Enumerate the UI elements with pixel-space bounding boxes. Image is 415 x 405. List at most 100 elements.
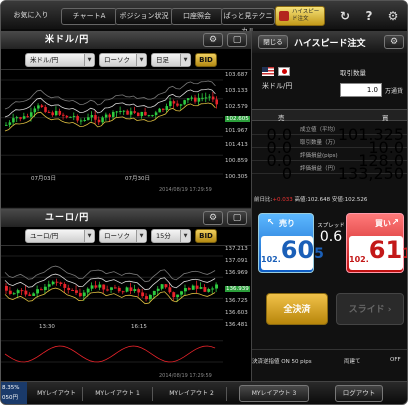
bottom-bar: 8.35% 050円 MYレイアウト MYレイアウト 1 MYレイアウト 2 M… (1, 381, 407, 404)
layout-tab-3[interactable]: MYレイアウト 3 (239, 385, 309, 402)
buy-button[interactable]: 買い ↗ 102.611 (346, 213, 407, 273)
sell-label: 売り (279, 219, 295, 228)
chart2-period-select[interactable]: 15分 ▼ (151, 229, 191, 243)
tab-technical[interactable]: ぱっと見テクニカル (221, 8, 275, 35)
chart1-type-select[interactable]: ローソク ▼ (99, 53, 147, 67)
candle-body (67, 287, 71, 290)
logout-button[interactable]: ログアウト (335, 385, 383, 402)
chart1-timestamp: 2014/08/19 17:29:59 (159, 187, 212, 193)
slide-button[interactable]: スライド › (336, 293, 404, 325)
candle-body (208, 96, 211, 98)
candle-body (90, 115, 94, 118)
both-side-toggle[interactable]: OFF (390, 357, 401, 363)
chart1-bid-button[interactable]: BID (195, 53, 217, 67)
candle-body (164, 284, 168, 288)
help-icon[interactable]: ? (361, 9, 377, 23)
chevron-down-icon: ▼ (84, 54, 94, 66)
candle-body (37, 105, 40, 109)
refresh-icon[interactable]: ↻ (337, 9, 353, 23)
close-button[interactable]: 閉じる (258, 35, 288, 49)
tab-account[interactable]: 口座照会 (171, 8, 223, 25)
candle-body (36, 289, 40, 294)
candle-body (197, 97, 201, 102)
candle-body (63, 283, 67, 288)
candle-body (215, 99, 218, 105)
candle-body (33, 108, 37, 113)
chevron-down-icon: ▼ (180, 54, 190, 66)
sell-button[interactable]: ↖ 売り 102.605 (258, 213, 324, 273)
candle-body (126, 110, 129, 115)
chart-panel-1: 米ドル/円 ⚙ ▢ 米ドル/円 ▼ ローソク ▼ 日足 ▼ BID 103.687 1… (1, 31, 251, 207)
order-table: 0.0 成立値（平均） 101.325 0.0 取引数量（万） 10.0 0.0 評価損益… (252, 122, 407, 183)
candle-body (117, 287, 121, 292)
chart1-pair-select[interactable]: 米ドル/円 ▼ (25, 53, 95, 67)
sell-header: 売 (278, 114, 285, 122)
sell-arrow-icon: ↖ (267, 218, 275, 228)
buy-price-small: 102. (349, 255, 369, 264)
row-sell-value: 0 (281, 164, 292, 183)
candle-body (24, 290, 28, 295)
tab-position[interactable]: ポジション状況 (115, 8, 173, 25)
qty-unit: 万通貨 (385, 88, 404, 95)
order-pair-name: 米ドル/円 (262, 82, 293, 90)
candle-body (180, 291, 183, 295)
candle-body (12, 118, 15, 123)
candle-body (204, 97, 208, 99)
candle-body (183, 288, 187, 292)
table-row: 0 評価損益（円） 133,250 (252, 161, 407, 183)
candle-body (101, 117, 104, 123)
candle-body (15, 117, 19, 119)
reverse-stop-label[interactable]: 決済逆指値 ON 50 pips (252, 357, 312, 365)
buy-price-big: 61 (368, 236, 403, 264)
order-header: 閉じる ハイスピード注文 ⚙ (252, 31, 407, 53)
chart2-plot[interactable]: 137.213 137.091 136.969 136.939 136.725 … (1, 245, 251, 381)
layout-tab-2[interactable]: MYレイアウト 2 (157, 387, 227, 401)
chart2-bid-button[interactable]: BID (195, 229, 217, 243)
chart2-timestamp: 2014/08/19 17:29:59 (159, 373, 212, 379)
sell-price-small: 102. (261, 255, 281, 264)
chart1-gear-icon[interactable]: ⚙ (203, 33, 223, 47)
candle-body (165, 106, 169, 110)
candle-body (51, 281, 55, 285)
candle-body (136, 112, 140, 117)
candle-body (54, 110, 58, 116)
chevron-down-icon: ▼ (136, 230, 146, 242)
qty-input[interactable]: 1.0 (340, 83, 382, 97)
app-window: お気に入り チャートA ポジション状況 口座照会 ぱっと見テクニカル ハイスピー… (0, 0, 408, 405)
chart2-type-select[interactable]: ローソク ▼ (99, 229, 147, 243)
chart2-pair-select[interactable]: ユーロ/円 ▼ (25, 229, 95, 243)
settle-all-button[interactable]: 全決済 (266, 293, 328, 325)
chart1-expand-icon[interactable]: ▢ (227, 33, 247, 47)
slide-label: スライド (348, 305, 385, 315)
highspeed-order-button[interactable]: ハイスピード注文 (275, 6, 325, 26)
candle-body (71, 289, 75, 291)
low-label: 安値: (331, 197, 345, 203)
chart2-expand-icon[interactable]: ▢ (227, 211, 247, 225)
order-gear-icon[interactable]: ⚙ (384, 35, 404, 49)
candle-body (94, 285, 98, 288)
candle-body (72, 115, 76, 117)
chevron-down-icon: ▼ (84, 230, 94, 242)
candle-body (190, 97, 194, 99)
candle-body (59, 282, 63, 284)
chart1-plot[interactable]: 103.687 103.133 102.605 102.579 101.967 … (1, 69, 251, 193)
chart2-gear-icon[interactable]: ⚙ (203, 211, 223, 225)
settings-icon[interactable]: ⚙ (385, 9, 401, 23)
candle-body (97, 119, 101, 123)
high-label: 高値: (294, 197, 308, 203)
tab-favorites[interactable]: お気に入り (5, 8, 57, 25)
chart1-ylabel: 101.413 (225, 142, 248, 148)
candle-body (183, 100, 186, 105)
candle-body (22, 116, 26, 119)
oscillator-line (4, 345, 216, 363)
layout-tab-1[interactable]: MYレイアウト 1 (83, 387, 153, 401)
candle-body (102, 284, 106, 290)
divider (252, 349, 407, 350)
layout-tab-0[interactable]: MYレイアウト (31, 387, 83, 401)
candle-body (158, 108, 161, 113)
candle-body (104, 114, 108, 118)
chart1-period-select[interactable]: 日足 ▼ (151, 53, 191, 67)
tab-chart-a[interactable]: チャートA (61, 8, 117, 25)
candle-body (44, 107, 47, 112)
candle-body (151, 115, 154, 117)
